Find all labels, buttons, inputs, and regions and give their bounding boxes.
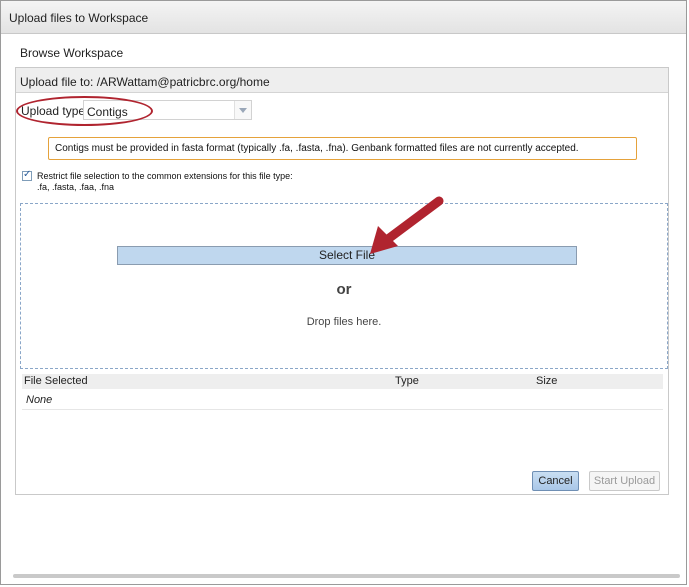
file-grid: File Selected Type Size None	[22, 374, 663, 410]
column-type[interactable]: Type	[395, 375, 419, 387]
grid-header: File Selected Type Size	[22, 374, 663, 389]
column-file-selected[interactable]: File Selected	[24, 375, 88, 387]
restrict-line-1: Restrict file selection to the common ex…	[37, 171, 293, 181]
cancel-button[interactable]: Cancel	[532, 471, 579, 491]
upload-destination: Upload file to: /ARWattam@patricbrc.org/…	[20, 75, 270, 89]
table-row[interactable]: None	[22, 390, 663, 410]
column-size[interactable]: Size	[536, 375, 557, 387]
dialog-titlebar[interactable]: Upload files to Workspace	[1, 1, 686, 34]
drop-files-hint: Drop files here.	[306, 316, 382, 328]
pointer-arrow-icon	[370, 196, 444, 254]
restrict-line-2: .fa, .fasta, .faa, .fna	[37, 182, 115, 192]
horizontal-scrollbar[interactable]	[13, 574, 680, 578]
or-separator: or	[336, 281, 352, 298]
file-selected-cell: None	[26, 394, 53, 406]
restrict-extensions-label: Restrict file selection to the common ex…	[37, 171, 293, 193]
drop-zone[interactable]: Select File or Drop files here.	[20, 203, 668, 369]
upload-dialog: Upload files to Workspace Browse Workspa…	[0, 0, 687, 585]
format-warning: Contigs must be provided in fasta format…	[48, 137, 637, 160]
panel-header: Upload file to: /ARWattam@patricbrc.org/…	[16, 68, 668, 93]
dialog-title: Upload files to Workspace	[9, 11, 149, 25]
upload-panel: Upload file to: /ARWattam@patricbrc.org/…	[15, 67, 669, 495]
warning-text: Contigs must be provided in fasta format…	[55, 143, 579, 154]
highlight-oval	[16, 96, 153, 126]
select-file-button[interactable]: Select File	[117, 246, 577, 265]
chevron-down-icon[interactable]	[234, 101, 251, 119]
start-upload-button[interactable]: Start Upload	[589, 471, 660, 491]
browse-workspace-link[interactable]: Browse Workspace	[20, 46, 123, 60]
restrict-extensions-checkbox[interactable]	[22, 169, 32, 181]
